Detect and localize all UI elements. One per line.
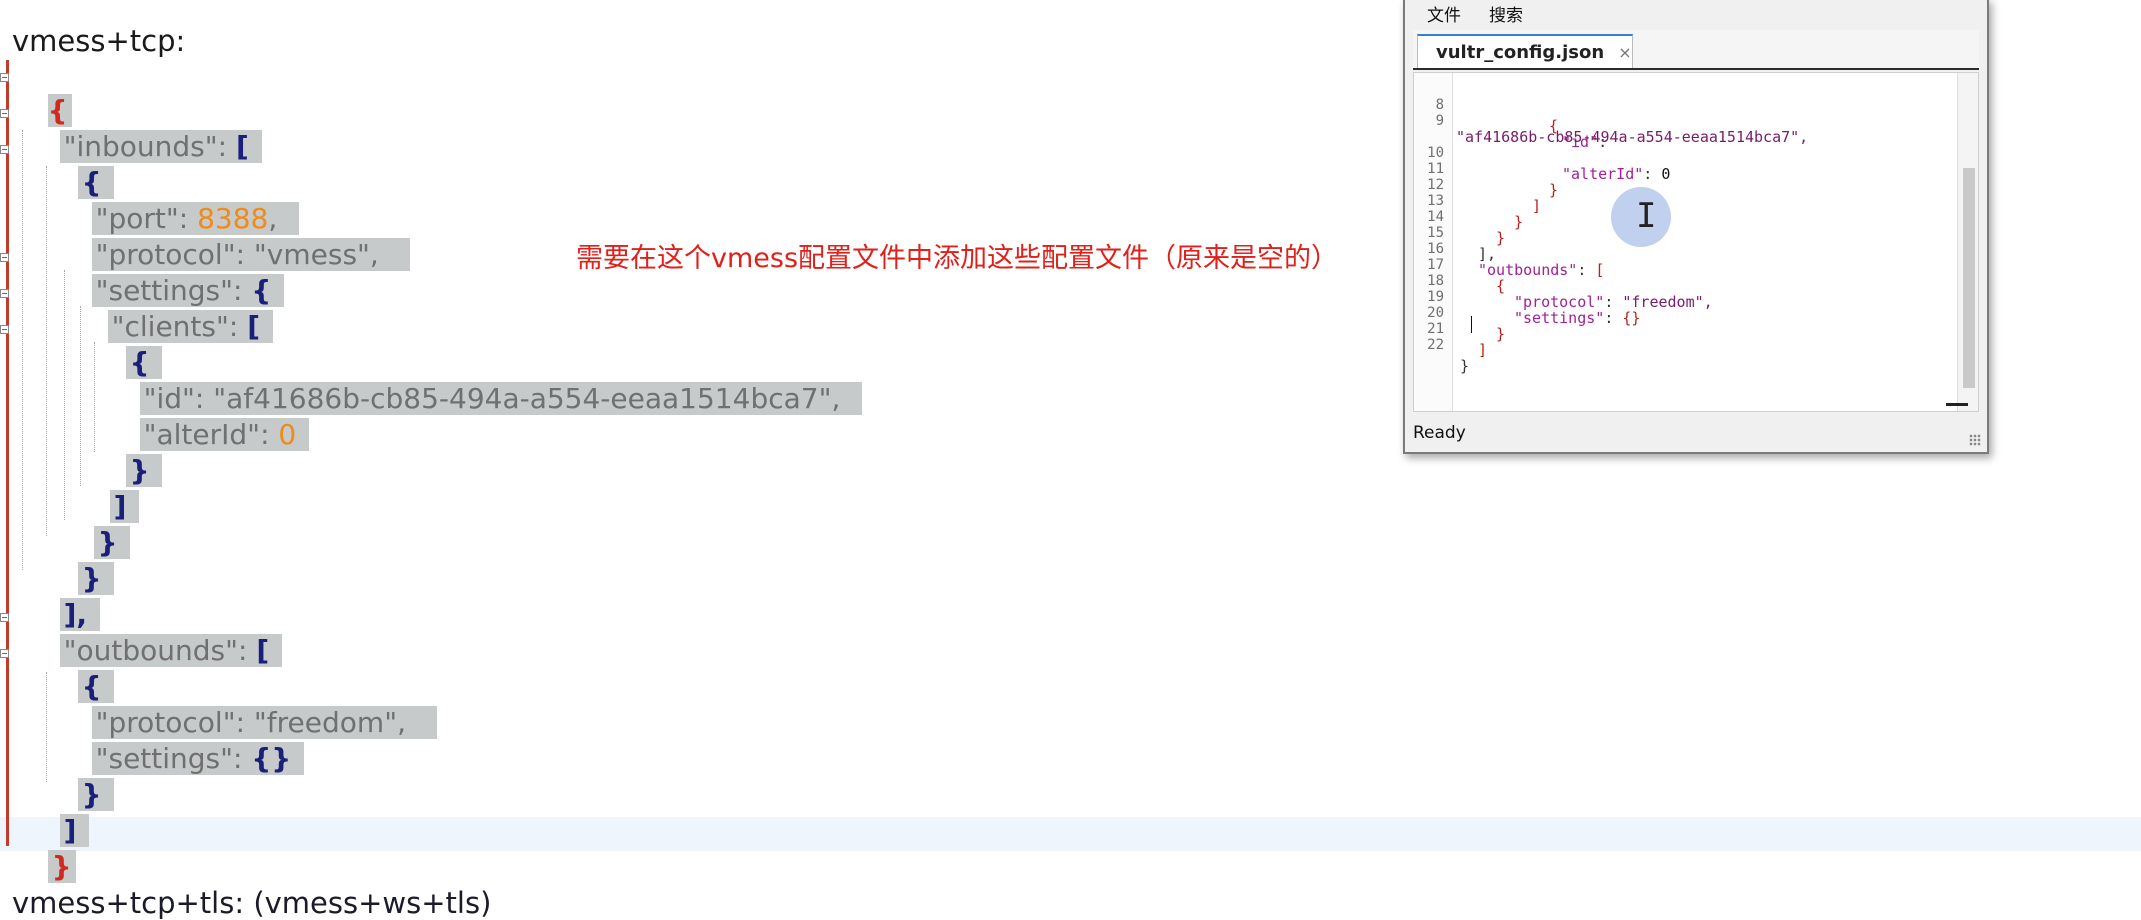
vertical-scrollbar[interactable] (1957, 73, 1978, 411)
fold-toggle-icon[interactable] (0, 325, 9, 334)
status-text: Ready (1413, 423, 1466, 443)
bracket: [ (236, 130, 249, 163)
code-line: { (12, 60, 72, 127)
json-number: 0 (1661, 165, 1671, 183)
brace: {} (251, 742, 292, 775)
resize-grip-icon[interactable] (1969, 434, 1981, 446)
json-number: 0 (278, 418, 297, 451)
code-line: "alterId": 0 (104, 384, 310, 451)
code-line: } (12, 816, 76, 883)
menu-bar: 文件 搜索 (1413, 2, 1979, 28)
colon: : (228, 310, 248, 343)
brace: } (1496, 325, 1506, 343)
fold-toggle-icon[interactable] (0, 649, 9, 658)
editor-window: 文件 搜索 vultr_config.json × 8 { 9 "id": "a… (1403, 0, 1989, 454)
colon: : (217, 130, 236, 163)
code-line: "id": "af41686b-cb85-494a-a554-eeaa1514b… (104, 348, 863, 415)
tab-strip: vultr_config.json × (1413, 30, 1979, 70)
line-number: 22 (1427, 337, 1444, 353)
code-line: ] (74, 456, 140, 523)
code-line: "protocol": "freedom", (56, 672, 437, 739)
menu-file[interactable]: 文件 (1413, 2, 1475, 28)
tab-label: vultr_config.json (1436, 41, 1605, 63)
brace: {} (1622, 309, 1641, 327)
json-key: "settings" (95, 742, 234, 775)
code-line: } (42, 744, 115, 811)
colon: : (233, 742, 252, 775)
tab-vultr-config[interactable]: vultr_config.json × (1417, 34, 1633, 68)
brace: } (1549, 181, 1559, 199)
code-line: "clients": [ (72, 276, 273, 343)
fold-toggle-icon[interactable] (0, 73, 9, 82)
fold-toggle-icon[interactable] (0, 613, 9, 622)
ibeam-cursor-icon: I (1636, 196, 1657, 236)
code-line: } (42, 528, 115, 595)
code-line: } (90, 420, 163, 487)
code-line: ], (24, 564, 100, 631)
scroll-end-marker (1946, 403, 1968, 406)
bracket: ] (1478, 341, 1488, 359)
code-line: ] (24, 780, 90, 847)
brace: } (1460, 357, 1470, 375)
code-line: } (58, 492, 131, 559)
text-caret (1471, 316, 1472, 333)
fold-toggle-icon[interactable] (0, 253, 9, 262)
fold-toggle-icon[interactable] (0, 289, 9, 298)
colon: : (1643, 165, 1662, 183)
section-heading-vmess-tcp-tls: vmess+tcp+tls: (vmess+ws+tls) (12, 886, 492, 920)
fold-toggle-icon[interactable] (0, 109, 9, 118)
code-line: "settings": { (56, 240, 285, 307)
close-icon[interactable]: × (1618, 43, 1631, 62)
current-line-highlight (0, 817, 2141, 851)
colon: : (260, 418, 279, 451)
annotation-note: 需要在这个vmess配置文件中添加这些配置文件（原来是空的） (576, 243, 1339, 274)
editor-line: 10 "alterId": 0 (1414, 122, 1914, 183)
bracket: [ (247, 310, 260, 343)
code-line: "protocol": "vmess", (56, 204, 410, 271)
colon: : (237, 634, 257, 667)
code-editor[interactable]: 8 { 9 "id": "af41686b-cb85-494a-a554-eea… (1413, 72, 1979, 412)
status-bar: Ready (1409, 418, 1983, 448)
editor-line: 19 "settings": {} (1414, 266, 1914, 327)
colon: : (1604, 309, 1623, 327)
editor-line: 22 } (1414, 314, 1472, 375)
section-heading-vmess-tcp: vmess+tcp: (12, 24, 186, 58)
code-line: "outbounds": [ (24, 600, 283, 667)
code-line: { (90, 312, 163, 379)
code-line: "inbounds": [ (24, 96, 262, 163)
code-line: { (42, 636, 115, 703)
scrollbar-thumb[interactable] (1963, 168, 1975, 388)
code-line: "port": 8388, (56, 168, 300, 235)
menu-search[interactable]: 搜索 (1475, 2, 1537, 28)
bracket: ] (1532, 197, 1542, 215)
bracket: [ (256, 634, 270, 667)
brace: } (47, 850, 76, 883)
code-line: { (42, 132, 115, 199)
json-key: "alterId" (1562, 165, 1644, 183)
fold-gutter-line (6, 60, 9, 846)
json-key: "settings" (1514, 309, 1605, 327)
fold-toggle-icon[interactable] (0, 145, 9, 154)
code-line: "settings": {} (56, 708, 305, 775)
indent-guide (22, 130, 23, 570)
